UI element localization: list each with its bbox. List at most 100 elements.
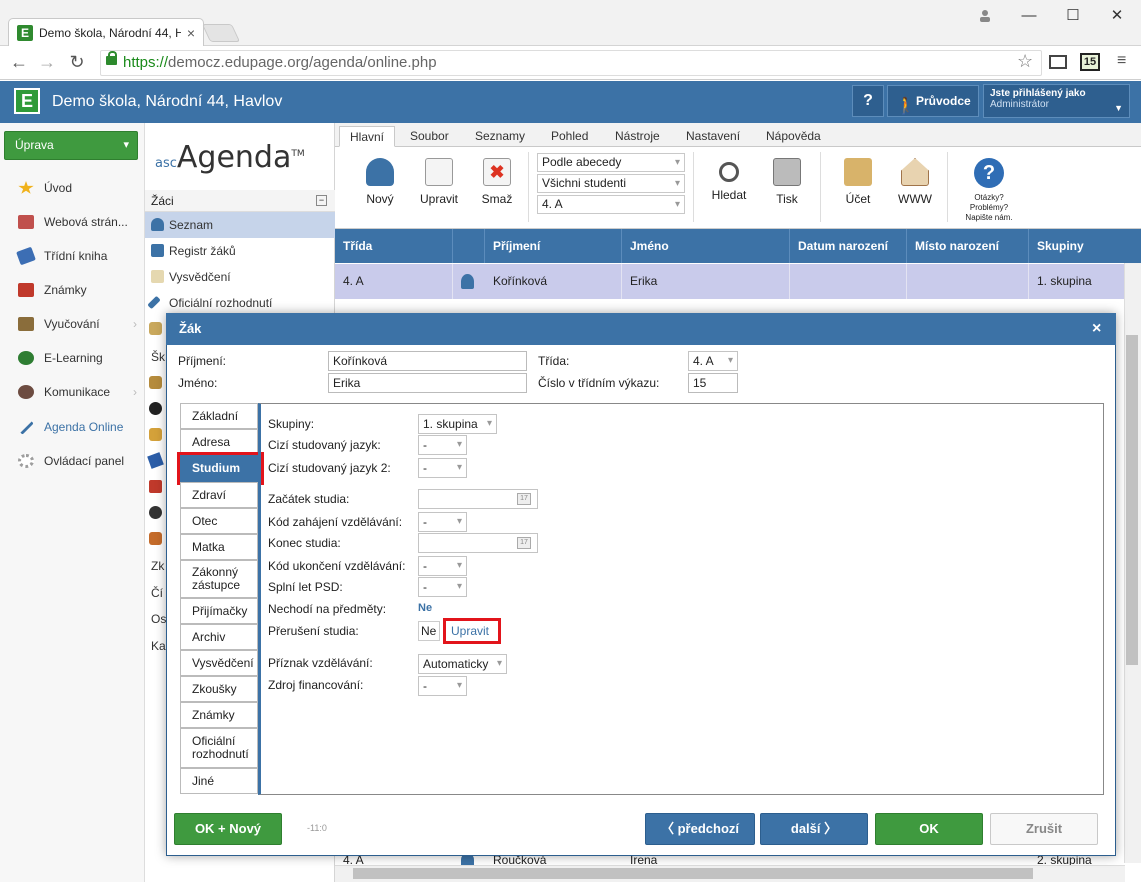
agenda-item-truncated[interactable]: Čí	[145, 580, 165, 606]
groups-select[interactable]: 1. skupina	[418, 414, 497, 434]
sidebar-item-uvod[interactable]: Úvod	[0, 171, 145, 205]
sidebar-item-grades[interactable]: Známky	[0, 273, 145, 307]
sidebar-item-elearning[interactable]: E-Learning	[0, 341, 145, 375]
forward-icon[interactable]: →	[36, 52, 58, 73]
name-field[interactable]: Erika	[328, 373, 527, 393]
account-button[interactable]: Účet	[832, 158, 884, 206]
agenda-item-truncated[interactable]: Zk	[145, 553, 165, 579]
foreign-language2-select[interactable]: -	[418, 458, 467, 478]
user-menu[interactable]: Jste přihlášený jako Administrátor ▼	[983, 84, 1130, 118]
agenda-item-report[interactable]: Vysvědčení	[145, 264, 335, 290]
study-end-date-field[interactable]: 17	[418, 533, 538, 553]
students-section-header[interactable]: Žáci −	[145, 190, 335, 212]
sidebar-item-agenda-online[interactable]: Agenda Online	[0, 410, 145, 444]
column-class[interactable]: Třída	[335, 229, 453, 263]
column-surname[interactable]: Příjmení	[485, 229, 622, 263]
calendar-icon[interactable]: 17	[517, 493, 531, 505]
guide-button[interactable]: 🚶 Průvodce	[887, 85, 979, 117]
edupage-logo[interactable]: E	[14, 88, 40, 114]
class-select[interactable]: 4. A	[537, 195, 685, 214]
tab-report-card[interactable]: Vysvědčení	[180, 650, 258, 676]
tab-tools[interactable]: Nástroje	[605, 126, 670, 147]
close-window-button[interactable]: ✕	[1095, 0, 1139, 30]
back-icon[interactable]: ←	[8, 52, 30, 73]
column-birthplace[interactable]: Místo narození	[907, 229, 1029, 263]
tab-lists[interactable]: Seznamy	[465, 126, 535, 147]
start-code-select[interactable]: -	[418, 512, 467, 532]
agenda-item-truncated[interactable]: Šk	[145, 344, 165, 370]
tab-basic[interactable]: Základní	[180, 403, 258, 429]
www-button[interactable]: WWW	[889, 158, 941, 206]
collapse-icon[interactable]: −	[316, 195, 327, 206]
tab-guardian[interactable]: Zákonný zástupce	[180, 560, 258, 598]
agenda-item-truncated[interactable]: Ka	[145, 633, 166, 659]
new-button[interactable]: Nový	[354, 158, 406, 206]
tab-help[interactable]: Nápověda	[756, 126, 831, 147]
reload-icon[interactable]: ↻	[66, 52, 88, 73]
sidebar-item-web[interactable]: Webová strán...	[0, 205, 145, 239]
sidebar-item-control-panel[interactable]: Ovládací panel	[0, 444, 145, 478]
sort-select[interactable]: Podle abecedy	[537, 153, 685, 172]
chrome-menu-icon[interactable]: ≡	[1117, 52, 1126, 70]
tab-health[interactable]: Zdraví	[180, 482, 258, 508]
cast-icon[interactable]	[1049, 55, 1067, 69]
surname-field[interactable]: Kořínková	[328, 351, 527, 371]
cancel-button[interactable]: Zrušit	[990, 813, 1098, 845]
interruption-edit-link[interactable]: Upravit	[443, 618, 501, 644]
scrollbar-thumb[interactable]	[353, 868, 1033, 879]
print-button[interactable]: Tisk	[761, 158, 813, 206]
question-icon[interactable]: ?	[974, 158, 1004, 188]
edit-dropdown-button[interactable]: Úprava	[4, 131, 138, 160]
user-profile-icon[interactable]	[963, 0, 1007, 30]
next-button[interactable]: další 〉	[760, 813, 868, 845]
education-flag-select[interactable]: Automaticky	[418, 654, 507, 674]
register-number-field[interactable]: 15	[688, 373, 738, 393]
search-button[interactable]: Hledat	[703, 158, 755, 202]
agenda-item-register[interactable]: Registr žáků	[145, 238, 335, 264]
end-code-select[interactable]: -	[418, 556, 467, 576]
tab-settings[interactable]: Nastavení	[676, 126, 750, 147]
tab-mother[interactable]: Matka	[180, 534, 258, 560]
agenda-item-truncated[interactable]: Os	[145, 606, 166, 632]
tab-archive[interactable]: Archiv	[180, 624, 258, 650]
ok-button[interactable]: OK	[875, 813, 983, 845]
sidebar-item-class-book[interactable]: Třídní kniha	[0, 239, 145, 273]
sidebar-item-teaching[interactable]: Vyučování ›	[0, 307, 145, 341]
bookmark-star-icon[interactable]: ☆	[1017, 51, 1033, 72]
scrollbar-thumb[interactable]	[1126, 335, 1138, 665]
calendar-icon[interactable]: 17	[517, 537, 531, 549]
tab-close-icon[interactable]: ×	[187, 25, 195, 41]
dialog-close-icon[interactable]: ×	[1092, 320, 1101, 338]
tab-file[interactable]: Soubor	[400, 126, 459, 147]
class-select[interactable]: 4. A	[688, 351, 738, 371]
tab-main[interactable]: Hlavní	[339, 126, 396, 147]
funding-select[interactable]: -	[418, 676, 467, 696]
table-row[interactable]: 4. A Roučková Irena 2. skupina	[335, 855, 1125, 865]
tab-father[interactable]: Otec	[180, 508, 258, 534]
address-bar[interactable]: https://democz.edupage.org/agenda/online…	[100, 50, 1042, 76]
browser-tab[interactable]: E Demo škola, Národní 44, H ×	[8, 18, 204, 46]
tab-study[interactable]: Studium	[177, 452, 264, 485]
column-groups[interactable]: Skupiny	[1029, 229, 1125, 263]
tab-admissions[interactable]: Přijímačky	[180, 598, 258, 624]
foreign-language-select[interactable]: -	[418, 435, 467, 455]
sidebar-item-communication[interactable]: Komunikace ›	[0, 375, 145, 409]
previous-button[interactable]: 〈 předchozí	[645, 813, 755, 845]
tab-grades[interactable]: Známky	[180, 702, 258, 728]
minimize-button[interactable]: —	[1007, 0, 1051, 30]
help-button[interactable]: ?	[852, 85, 884, 117]
filter-select[interactable]: Všichni studenti	[537, 174, 685, 193]
maximize-button[interactable]: ☐	[1051, 0, 1095, 30]
not-attending-link[interactable]: Ne	[418, 602, 432, 614]
study-start-date-field[interactable]: 17	[418, 489, 538, 509]
column-icon[interactable]	[453, 229, 485, 263]
agenda-item-list[interactable]: Seznam	[145, 212, 335, 238]
delete-button[interactable]: ✖ Smaž	[471, 158, 523, 206]
ok-new-button[interactable]: OK + Nový	[174, 813, 282, 845]
tab-other[interactable]: Jiné	[180, 768, 258, 794]
psd-select[interactable]: -	[418, 577, 467, 597]
feedback-link[interactable]: Otázky? Problémy? Napište nám.	[958, 193, 1020, 223]
tab-view[interactable]: Pohled	[541, 126, 598, 147]
tab-official-decision[interactable]: Oficiální rozhodnutí	[180, 728, 258, 768]
extension-badge-icon[interactable]: 15	[1080, 53, 1100, 71]
